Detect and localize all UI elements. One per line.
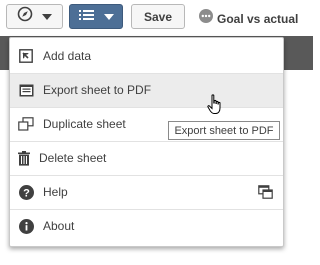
navigation-menu-button[interactable] <box>6 4 63 29</box>
menu-item-label: Add data <box>43 49 92 63</box>
info-icon <box>18 218 34 234</box>
tooltip: Export sheet to PDF <box>168 121 280 140</box>
sheet-title: Goal vs actual <box>217 11 299 26</box>
trash-icon <box>16 150 32 166</box>
menu-item-label: Export sheet to PDF <box>43 83 152 97</box>
sheet-dropdown-menu: Add data Export sheet to PDF Duplicate s… <box>9 37 284 247</box>
chevron-down-icon <box>103 13 114 20</box>
save-button[interactable]: Save <box>131 4 185 29</box>
help-icon: ? <box>18 184 34 200</box>
duplicate-icon <box>18 116 34 132</box>
external-window-icon <box>258 185 273 202</box>
menu-item-export-pdf[interactable]: Export sheet to PDF <box>10 74 283 107</box>
ellipsis-circle-icon <box>199 9 213 28</box>
menu-item-label: Help <box>43 185 68 199</box>
toolbar: Save Goal vs actual <box>0 0 313 36</box>
sheet-menu-button[interactable] <box>69 4 123 29</box>
menu-item-label: About <box>43 219 75 233</box>
menu-item-delete-sheet[interactable]: Delete sheet <box>10 142 283 175</box>
chevron-down-icon <box>42 13 52 20</box>
menu-item-label: Delete sheet <box>39 151 107 165</box>
export-pdf-icon <box>18 82 34 98</box>
list-icon <box>78 8 94 26</box>
sheet-title-area[interactable]: Goal vs actual <box>199 9 298 28</box>
compass-icon <box>17 6 33 27</box>
add-data-icon <box>18 48 34 64</box>
menu-item-label: Duplicate sheet <box>43 117 126 131</box>
svg-text:?: ? <box>23 187 30 199</box>
hand-cursor-icon <box>207 94 223 120</box>
menu-item-help[interactable]: ? Help <box>10 176 283 209</box>
menu-item-add-data[interactable]: Add data <box>10 40 283 73</box>
menu-item-about[interactable]: About <box>10 210 283 243</box>
